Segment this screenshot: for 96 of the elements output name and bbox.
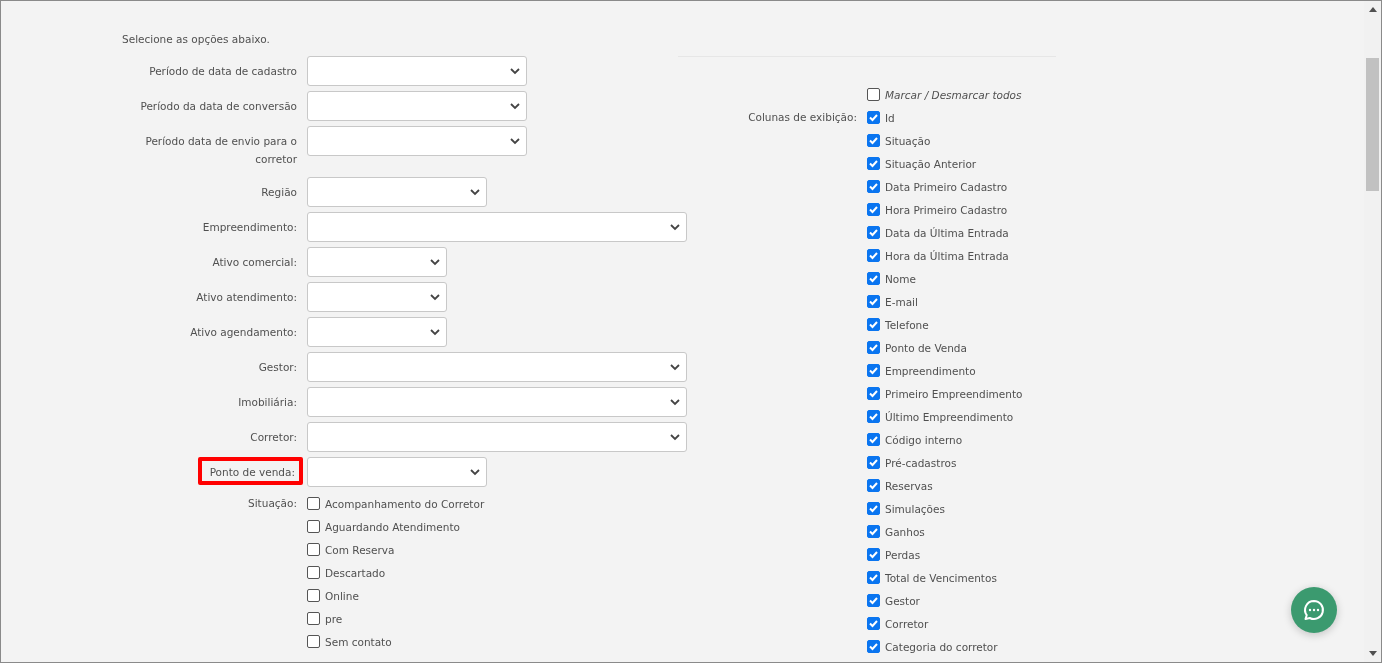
field-label: Região xyxy=(261,185,297,200)
field-label: Período da data de conversão xyxy=(140,99,297,114)
checkbox-label: Simulações xyxy=(885,502,945,515)
checkbox-label: Total de Vencimentos xyxy=(885,571,997,584)
checkbox[interactable] xyxy=(867,594,880,607)
chevron-down-icon xyxy=(670,398,680,406)
field-label: Período de data de cadastro xyxy=(149,64,297,79)
checkbox[interactable] xyxy=(307,520,320,533)
scrollbar-thumb[interactable] xyxy=(1366,58,1379,191)
scroll-up-icon[interactable] xyxy=(1368,7,1377,12)
checkbox[interactable] xyxy=(867,134,880,147)
chevron-down-icon xyxy=(430,258,440,266)
checkbox-label: Descartado xyxy=(325,566,386,579)
checkbox-label: Pré-cadastros xyxy=(885,456,957,469)
chevron-down-icon xyxy=(470,468,480,476)
chat-button[interactable] xyxy=(1291,587,1337,633)
checkbox[interactable] xyxy=(867,157,880,170)
checkbox[interactable] xyxy=(867,88,880,101)
checkbox-label: Sem contato xyxy=(325,635,392,648)
checkbox-label: Situação Anterior xyxy=(885,157,977,170)
checkbox[interactable] xyxy=(307,635,320,648)
checkbox[interactable] xyxy=(867,617,880,630)
checkbox-label: Nome xyxy=(885,272,916,285)
field-label: Gestor: xyxy=(258,360,297,375)
field-label: Situação: xyxy=(248,496,297,511)
checkbox-label: Último Empreendimento xyxy=(885,410,1014,423)
checkbox[interactable] xyxy=(867,249,880,262)
checkbox-label: Ganhos xyxy=(885,525,925,538)
checkbox[interactable] xyxy=(867,295,880,308)
checkbox[interactable] xyxy=(307,612,320,625)
field-label: Corretor: xyxy=(250,430,297,445)
checkbox[interactable] xyxy=(867,571,880,584)
chevron-down-icon xyxy=(430,328,440,336)
checkbox[interactable] xyxy=(867,364,880,377)
checkbox[interactable] xyxy=(867,318,880,331)
checkbox-label: Empreendimento xyxy=(885,364,976,377)
checkbox[interactable] xyxy=(307,497,320,510)
field-label: Ativo comercial: xyxy=(212,255,297,270)
checkbox-label: Primeiro Empreendimento xyxy=(885,387,1023,400)
field-label: Ponto de venda: xyxy=(197,457,303,485)
checkbox-label: Data Primeiro Cadastro xyxy=(885,180,1008,193)
checkbox[interactable] xyxy=(867,640,880,653)
checkbox[interactable] xyxy=(867,410,880,423)
field-label: Colunas de exibição: xyxy=(748,110,857,125)
field-label: Ativo atendimento: xyxy=(196,290,297,305)
checkbox-label: pre xyxy=(325,612,343,625)
checkbox[interactable] xyxy=(867,548,880,561)
checkbox[interactable] xyxy=(867,525,880,538)
checkbox-label: Perdas xyxy=(885,548,921,561)
checkbox[interactable] xyxy=(867,341,880,354)
chevron-down-icon xyxy=(470,188,480,196)
checkbox[interactable] xyxy=(867,456,880,469)
instruction-text: Selecione as opções abaixo. xyxy=(122,32,271,47)
checkbox-label: Marcar / Desmarcar todos xyxy=(885,88,1022,101)
checkbox-label: Gestor xyxy=(885,594,920,607)
chevron-down-icon xyxy=(510,102,520,110)
checkbox[interactable] xyxy=(307,589,320,602)
chevron-down-icon xyxy=(510,67,520,75)
field-label: Empreendimento: xyxy=(202,220,297,235)
chevron-down-icon xyxy=(670,363,680,371)
checkbox[interactable] xyxy=(307,543,320,556)
scroll-down-icon[interactable] xyxy=(1368,651,1377,656)
checkbox[interactable] xyxy=(867,387,880,400)
checkbox[interactable] xyxy=(867,272,880,285)
checkbox-label: Código interno xyxy=(885,433,963,446)
checkbox-label: Hora Primeiro Cadastro xyxy=(885,203,1008,216)
checkbox[interactable] xyxy=(867,226,880,239)
field-label: Ativo agendamento: xyxy=(190,325,297,340)
chevron-down-icon xyxy=(430,293,440,301)
checkbox-label: Ponto de Venda xyxy=(885,341,967,354)
checkbox[interactable] xyxy=(307,566,320,579)
checkbox[interactable] xyxy=(867,479,880,492)
checkbox[interactable] xyxy=(867,111,880,124)
checkbox-label: Acompanhamento do Corretor xyxy=(325,497,485,510)
checkbox[interactable] xyxy=(867,433,880,446)
chevron-down-icon xyxy=(670,433,680,441)
checkbox-label: Telefone xyxy=(885,318,929,331)
chevron-down-icon xyxy=(670,223,680,231)
checkbox-label: Online xyxy=(325,589,359,602)
speech-bubble-icon xyxy=(1302,598,1326,622)
checkbox-label: Id xyxy=(885,111,895,124)
checkbox[interactable] xyxy=(867,203,880,216)
checkbox-label: Com Reserva xyxy=(325,543,395,556)
checkbox[interactable] xyxy=(867,180,880,193)
checkbox-label: Corretor xyxy=(885,617,929,630)
checkbox-label: Categoria do corretor xyxy=(885,640,998,653)
chevron-down-icon xyxy=(510,137,520,145)
checkbox-label: Aguardando Atendimento xyxy=(325,520,460,533)
checkbox[interactable] xyxy=(867,502,880,515)
field-label: Período data de envio para o corretor xyxy=(144,134,297,167)
checkbox-label: Situação xyxy=(885,134,931,147)
checkbox-label: Reservas xyxy=(885,479,933,492)
checkbox-label: Hora da Última Entrada xyxy=(885,249,1009,262)
field-label: Imobiliária: xyxy=(238,395,297,410)
checkbox-label: E-mail xyxy=(885,295,918,308)
checkbox-label: Data da Última Entrada xyxy=(885,226,1009,239)
